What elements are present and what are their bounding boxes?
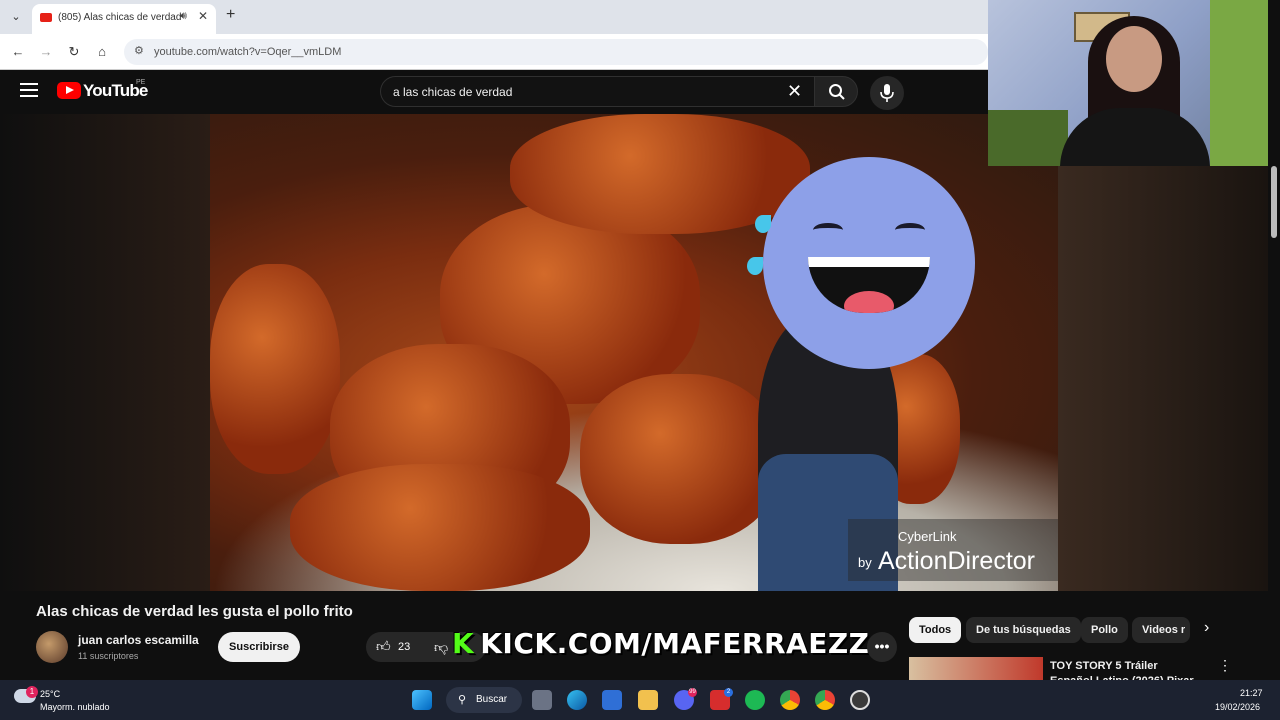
watermark-brand: CyberLink — [898, 529, 957, 544]
search-button[interactable] — [814, 76, 858, 107]
laughing-emoji-icon — [747, 157, 975, 369]
windows-start-icon[interactable] — [412, 690, 432, 710]
thumbs-up-icon[interactable]: 👍︎ — [376, 638, 391, 655]
search-query-text[interactable]: a las chicas de verdad — [393, 85, 512, 99]
clock-date[interactable]: 19/02/2026 — [1215, 702, 1260, 712]
emoji-eye-right — [895, 223, 925, 237]
watermark-product: ActionDirector — [878, 547, 1035, 575]
chip-related-videos[interactable]: Videos r — [1132, 617, 1190, 643]
tab-search-dropdown-icon[interactable]: ⌄ — [6, 7, 26, 27]
recommended-video-thumbnail[interactable] — [909, 657, 1043, 680]
address-bar[interactable]: ⚙ youtube.com/watch?v=Oqer__vmLDM — [124, 39, 988, 65]
forward-icon[interactable]: → — [36, 42, 56, 62]
kick-channel-overlay: K KICK.COM/MAFERRAEZZ — [452, 627, 869, 660]
task-view-icon[interactable] — [532, 690, 552, 710]
site-info-icon[interactable]: ⚙ — [134, 44, 144, 57]
video-title: Alas chicas de verdad les gusta el pollo… — [36, 603, 353, 620]
fried-chicken-image — [580, 374, 780, 544]
close-tab-icon[interactable]: ✕ — [198, 9, 208, 23]
scrollbar-thumb[interactable] — [1271, 166, 1277, 238]
back-icon[interactable]: ← — [8, 42, 28, 62]
tear-drop-icon — [747, 257, 763, 275]
youtube-header: YouTube PE a las chicas de verdad ✕ — [0, 70, 988, 114]
video-player[interactable]: CyberLink by ActionDirector — [0, 114, 1268, 591]
browser-tab-active[interactable]: (805) Alas chicas de verdad 🔊︎ ✕ — [32, 4, 216, 34]
hamburger-menu-icon[interactable] — [20, 83, 38, 97]
webcam-overlay — [988, 0, 1268, 166]
clear-search-icon[interactable]: ✕ — [787, 81, 802, 102]
like-count[interactable]: 23 — [398, 641, 410, 653]
microsoft-store-icon[interactable] — [602, 690, 622, 710]
weather-notification-badge: 1 — [26, 686, 38, 698]
emoji-eye-left — [813, 223, 843, 237]
browser-toolbar: ← → ↻ ⌂ ⚙ youtube.com/watch?v=Oqer__vmLD… — [0, 34, 988, 70]
watermark-by: by — [858, 555, 872, 570]
recommended-video-title[interactable]: TOY STORY 5 Tráiler Español Latino (2026… — [1050, 659, 1200, 680]
weather-description[interactable]: Mayorm. nublado — [40, 702, 110, 712]
discord-badge: 99 — [688, 688, 697, 697]
url-text[interactable]: youtube.com/watch?v=Oqer__vmLDM — [154, 46, 341, 58]
reload-icon[interactable]: ↻ — [64, 42, 84, 62]
ambient-blur-left — [0, 114, 210, 591]
fried-chicken-image — [290, 464, 590, 591]
kick-url-text: KICK.COM/MAFERRAEZZ — [480, 627, 870, 660]
edge-browser-icon[interactable] — [567, 690, 587, 710]
search-input[interactable]: a las chicas de verdad ✕ — [380, 76, 814, 107]
chrome-icon[interactable] — [780, 690, 800, 710]
microphone-icon — [880, 84, 894, 102]
taskbar-search-box[interactable]: ⚲ Buscar — [446, 687, 522, 713]
chip-from-searches[interactable]: De tus búsquedas — [966, 617, 1081, 643]
kick-logo-icon: K — [452, 627, 475, 660]
youtube-logo-icon[interactable] — [57, 82, 81, 99]
chip-all[interactable]: Todos — [909, 617, 962, 643]
file-explorer-icon[interactable] — [638, 690, 658, 710]
tear-drop-icon — [755, 215, 771, 233]
chip-pollo[interactable]: Pollo — [1081, 617, 1128, 643]
video-info-section: Alas chicas de verdad les gusta el pollo… — [0, 591, 1268, 680]
more-actions-button[interactable]: ••• — [867, 632, 897, 662]
youtube-favicon-icon — [40, 13, 52, 22]
tab-title: (805) Alas chicas de verdad — [58, 12, 182, 23]
chevron-right-icon[interactable]: › — [1204, 619, 1209, 637]
chrome-profile-icon[interactable] — [815, 690, 835, 710]
emoji-tongue — [844, 291, 894, 313]
fried-chicken-image — [210, 264, 340, 474]
obs-studio-icon[interactable] — [850, 690, 870, 710]
thumbs-down-icon[interactable]: 👎︎ — [434, 639, 448, 656]
video-frame[interactable]: CyberLink by ActionDirector — [210, 114, 1058, 591]
search-icon: ⚲ — [458, 694, 467, 706]
speaker-icon[interactable]: 🔊︎ — [180, 10, 187, 23]
clock-time[interactable]: 21:27 — [1240, 688, 1263, 698]
region-code: PE — [136, 79, 146, 86]
emoji-teeth — [808, 257, 930, 267]
subscriber-count: 11 suscriptores — [78, 651, 139, 661]
voice-search-button[interactable] — [870, 76, 904, 110]
home-icon[interactable]: ⌂ — [92, 42, 112, 62]
channel-avatar[interactable] — [36, 631, 68, 663]
taskbar-search-label: Buscar — [476, 694, 508, 705]
more-vertical-icon[interactable]: ⋮ — [1218, 657, 1232, 674]
ambient-blur-right — [1058, 114, 1268, 591]
spotify-icon[interactable] — [745, 690, 765, 710]
app-l-badge: 2 — [724, 688, 733, 697]
page-scrollbar[interactable] — [1268, 114, 1280, 680]
search-icon — [829, 84, 845, 100]
webcam-background-wall — [1210, 0, 1268, 166]
video-watermark: CyberLink by ActionDirector — [848, 519, 1058, 581]
weather-temperature[interactable]: 25°C — [40, 689, 60, 699]
browser-tab-bar: ⌄ (805) Alas chicas de verdad 🔊︎ ✕ + — [0, 0, 988, 34]
streamer-face — [1106, 26, 1162, 92]
channel-name[interactable]: juan carlos escamilla — [78, 633, 199, 647]
new-tab-button[interactable]: + — [226, 6, 235, 24]
webcam-sofa — [988, 110, 1068, 166]
streamer-body — [1060, 108, 1210, 166]
windows-taskbar: 1 25°C Mayorm. nublado ⚲ Buscar 99 2 21:… — [0, 680, 1280, 720]
subscribe-button[interactable]: Suscribirse — [218, 632, 300, 662]
emoji-mouth — [808, 257, 930, 313]
